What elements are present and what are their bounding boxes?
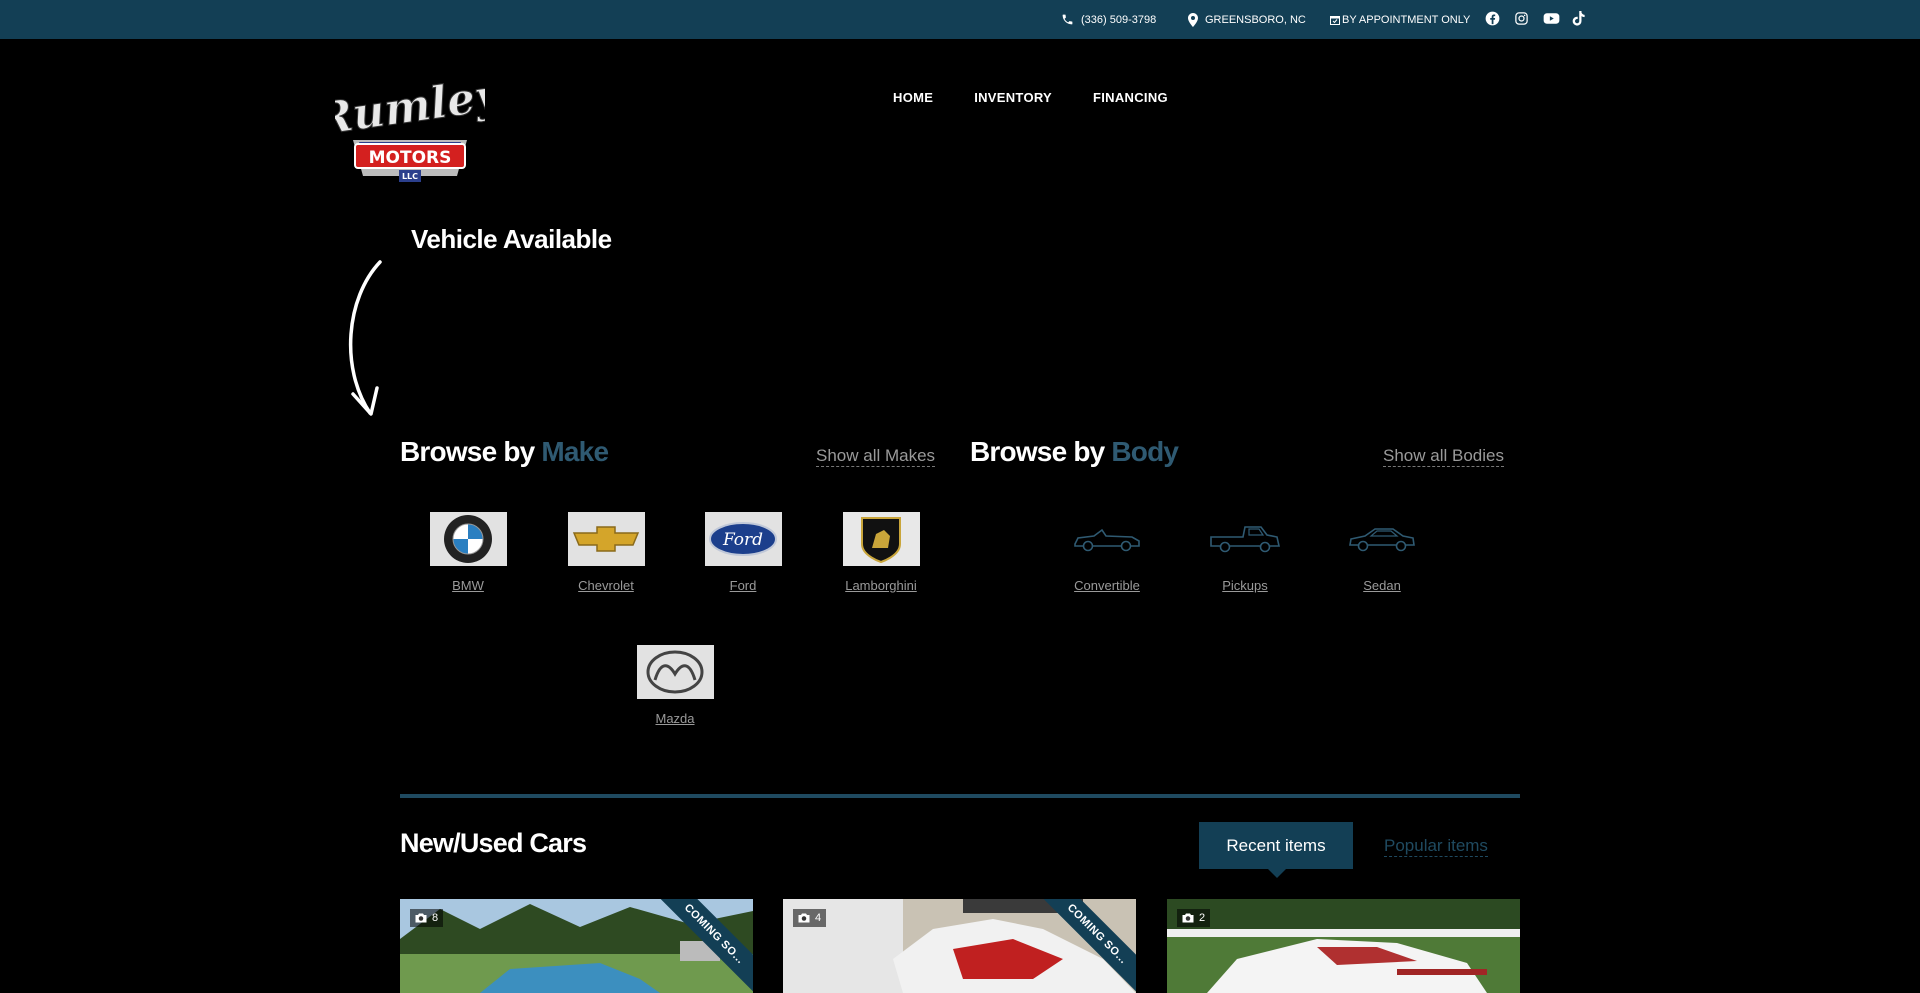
body-item-convertible[interactable]: Convertible <box>1052 512 1162 595</box>
social-links <box>1485 11 1588 27</box>
location-text: GREENSBORO, NC <box>1205 13 1306 26</box>
make-item-lamborghini[interactable]: Lamborghini <box>826 512 936 595</box>
instagram-icon[interactable] <box>1514 11 1530 27</box>
phone-text: (336) 509-3798 <box>1081 13 1157 26</box>
body-item-pickups[interactable]: Pickups <box>1190 512 1300 595</box>
body-label: Pickups <box>1222 578 1268 593</box>
vehicle-photo <box>1167 899 1520 993</box>
make-item-chevrolet[interactable]: Chevrolet <box>551 512 661 595</box>
map-pin-icon <box>1188 12 1198 27</box>
browse-by-body-heading: Browse by Body <box>970 436 1179 468</box>
photo-count-badge: 8 <box>410 909 444 927</box>
camera-icon <box>1182 913 1194 923</box>
show-all-bodies-link[interactable]: Show all Bodies <box>1383 446 1504 467</box>
chevrolet-logo-icon <box>567 512 645 566</box>
vehicle-available-heading: Vehicle Available <box>411 224 612 254</box>
make-item-mazda[interactable]: Mazda <box>620 645 730 728</box>
section-divider <box>400 794 1520 798</box>
photo-count: 8 <box>432 912 439 924</box>
camera-icon <box>798 913 810 923</box>
hours-info: BY APPOINTMENT ONLY <box>1330 0 1470 39</box>
make-label: Chevrolet <box>578 578 634 593</box>
heading-accent: Make <box>541 436 609 467</box>
make-label: BMW <box>452 578 484 593</box>
lamborghini-logo-icon <box>842 512 920 566</box>
tab-popular-items[interactable]: Popular items <box>1384 836 1488 857</box>
pickup-truck-icon <box>1205 512 1285 566</box>
show-all-makes-link[interactable]: Show all Makes <box>816 446 936 467</box>
nav-home[interactable]: HOME <box>893 90 933 105</box>
make-item-bmw[interactable]: BMW <box>413 512 523 595</box>
new-used-cars-heading: New/Used Cars <box>400 828 587 858</box>
make-label: Mazda <box>655 711 695 726</box>
vehicle-card[interactable]: 4 COMING SO... <box>783 899 1136 993</box>
bmw-logo-icon <box>429 512 507 566</box>
photo-count: 4 <box>815 912 822 924</box>
browse-by-make-heading: Browse by Make <box>400 436 609 468</box>
heading-accent: Body <box>1111 436 1179 467</box>
photo-count: 2 <box>1199 912 1206 924</box>
make-label: Lamborghini <box>845 578 917 593</box>
top-bar: (336) 509-3798 GREENSBORO, NC BY APPOINT… <box>0 0 1920 39</box>
tiktok-icon[interactable] <box>1572 11 1588 27</box>
ford-logo-icon: Ford <box>704 512 782 566</box>
make-label: Ford <box>729 578 757 593</box>
photo-count-badge: 4 <box>793 909 827 927</box>
phone-link[interactable]: (336) 509-3798 <box>1061 0 1156 39</box>
main-nav: HOME INVENTORY FINANCING <box>893 90 1168 105</box>
facebook-icon[interactable] <box>1485 11 1501 27</box>
heading-prefix: Browse by <box>400 436 535 467</box>
tab-recent-items[interactable]: Recent items <box>1199 822 1353 878</box>
calendar-icon <box>1330 15 1340 25</box>
body-item-sedan[interactable]: Sedan <box>1327 512 1437 595</box>
nav-inventory[interactable]: INVENTORY <box>974 90 1052 105</box>
svg-text:LLC: LLC <box>402 172 418 181</box>
make-item-ford[interactable]: Ford Ford <box>688 512 798 595</box>
svg-text:Ford: Ford <box>722 530 763 550</box>
svg-text:Rumley: Rumley <box>335 80 485 146</box>
hours-text: BY APPOINTMENT ONLY <box>1342 13 1471 26</box>
mazda-logo-icon <box>636 645 714 699</box>
site-logo[interactable]: Rumley MOTORS LLC <box>310 68 508 188</box>
heading-prefix: Browse by <box>970 436 1105 467</box>
vehicle-card[interactable]: 8 COMING SO... <box>400 899 753 993</box>
location-link[interactable]: GREENSBORO, NC <box>1188 0 1306 39</box>
phone-icon <box>1062 14 1073 25</box>
arrow-down-icon <box>348 260 382 416</box>
youtube-icon[interactable] <box>1543 11 1560 27</box>
sedan-car-icon <box>1342 512 1422 566</box>
body-label: Sedan <box>1363 578 1401 593</box>
vehicle-card[interactable]: 2 <box>1167 899 1520 993</box>
body-label: Convertible <box>1074 578 1140 593</box>
nav-financing[interactable]: FINANCING <box>1093 90 1168 105</box>
camera-icon <box>415 913 427 923</box>
convertible-car-icon <box>1067 512 1147 566</box>
photo-count-badge: 2 <box>1177 909 1211 927</box>
svg-text:MOTORS: MOTORS <box>369 148 452 168</box>
